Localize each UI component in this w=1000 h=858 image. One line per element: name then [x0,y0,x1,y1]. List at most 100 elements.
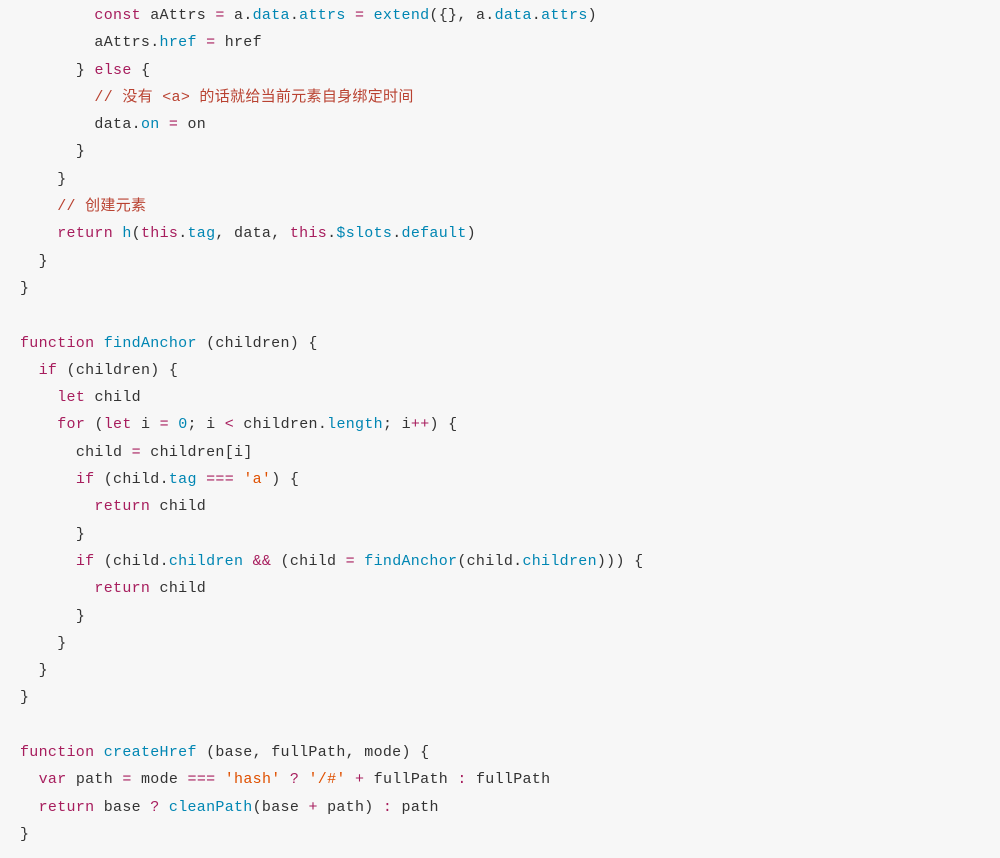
number: 0 [178,416,187,433]
punctuation: ; [188,416,197,433]
punctuation: ( [132,225,141,242]
param: base [215,744,252,761]
punctuation: } [76,526,85,543]
keyword-this: this [290,225,327,242]
identifier: child [76,444,123,461]
identifier: fullPath [476,771,550,788]
keyword-for: for [57,416,85,433]
attr: length [327,416,383,433]
keyword-function: function [20,335,94,352]
punctuation: } [20,280,29,297]
identifier: children [243,416,317,433]
comment: // 没有 <a> 的话就给当前元素自身绑定时间 [94,89,413,106]
punctuation: [ [225,444,234,461]
operator: = [206,34,215,51]
attr: attrs [541,7,588,24]
function: findAnchor [364,553,457,570]
identifier: a [476,7,485,24]
code-block: const aAttrs = a.data.attrs = extend({},… [0,0,1000,858]
identifier: path [76,771,113,788]
identifier: base [104,799,141,816]
punctuation: . [532,7,541,24]
punctuation: ({}, [429,7,466,24]
punctuation: ( [206,744,215,761]
punctuation: ( [67,362,76,379]
punctuation: . [290,7,299,24]
keyword-else: else [94,62,131,79]
punctuation: ( [457,553,466,570]
attr: data [253,7,290,24]
punctuation: } [20,826,29,843]
punctuation: ) { [401,744,429,761]
attr: data [495,7,532,24]
punctuation: } [76,143,85,160]
identifier: children [150,444,224,461]
punctuation: , [253,744,262,761]
keyword-let: let [57,389,85,406]
identifier: child [290,553,337,570]
identifier: i [206,416,215,433]
punctuation: ( [104,471,113,488]
punctuation: ( [104,553,113,570]
keyword-let: let [104,416,132,433]
identifier: child [94,389,141,406]
identifier: child [160,498,207,515]
punctuation: ( [206,335,215,352]
punctuation: . [485,7,494,24]
punctuation: } [39,662,48,679]
string: 'a' [243,471,271,488]
punctuation: ; [383,416,392,433]
keyword-function: function [20,744,94,761]
operator: && [253,553,272,570]
punctuation: . [327,225,336,242]
attr: $slots [336,225,392,242]
punctuation: } [76,62,85,79]
punctuation: . [132,116,141,133]
identifier: fullPath [374,771,448,788]
operator: === [188,771,216,788]
keyword-return: return [57,225,113,242]
identifier: children [76,362,150,379]
punctuation: . [318,416,327,433]
identifier: i [141,416,150,433]
punctuation: } [57,635,66,652]
attr: default [402,225,467,242]
function: cleanPath [169,799,253,816]
operator: === [206,471,234,488]
attr: tag [188,225,216,242]
function: extend [374,7,430,24]
punctuation: , [271,225,280,242]
identifier: path [327,799,364,816]
punctuation: } [39,253,48,270]
punctuation: ] [243,444,252,461]
function: h [122,225,131,242]
operator: < [225,416,234,433]
operator: = [122,771,131,788]
punctuation: . [392,225,401,242]
punctuation: ( [253,799,262,816]
identifier: child [113,471,160,488]
punctuation: . [243,7,252,24]
identifier: mode [141,771,178,788]
punctuation: { [141,62,150,79]
identifier: data [94,116,131,133]
punctuation: . [150,34,159,51]
operator: = [169,116,178,133]
punctuation: } [20,689,29,706]
identifier: base [262,799,299,816]
identifier: path [402,799,439,816]
punctuation: ) [588,7,597,24]
string: 'hash' [225,771,281,788]
keyword-if: if [39,362,58,379]
function-name: findAnchor [104,335,197,352]
param: fullPath [271,744,345,761]
punctuation: . [178,225,187,242]
punctuation: ) { [290,335,318,352]
punctuation: ) [467,225,476,242]
keyword-return: return [94,580,150,597]
keyword-if: if [76,471,95,488]
attr: attrs [299,7,346,24]
identifier: aAttrs [94,34,150,51]
keyword-return: return [39,799,95,816]
attr: tag [169,471,197,488]
